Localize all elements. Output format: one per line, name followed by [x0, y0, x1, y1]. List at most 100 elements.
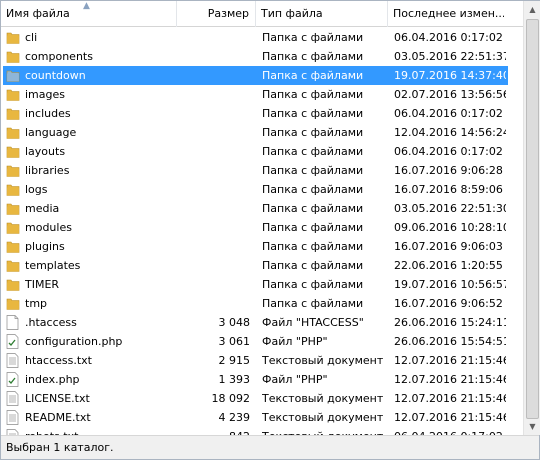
row-date: 16.07.2016 9:06:03 — [394, 240, 503, 253]
row-type: Файл "HTACCESS" — [262, 316, 364, 329]
scroll-up-icon[interactable]: ▲ — [524, 1, 540, 18]
status-bar: Выбран 1 каталог. — [1, 435, 539, 459]
folder-icon — [6, 106, 20, 121]
row-type: Папка с файлами — [262, 31, 364, 44]
text-file-icon — [6, 391, 20, 406]
folder-row[interactable]: libraries Папка с файлами 16.07.2016 9:06:… — [1, 161, 523, 180]
row-name: modules — [25, 221, 72, 234]
row-name: countdown — [25, 69, 86, 82]
row-size — [177, 142, 250, 161]
row-type: Папка с файлами — [262, 297, 364, 310]
row-date: 26.06.2016 15:54:51 — [394, 335, 506, 348]
row-type: Текстовый документ — [262, 411, 384, 424]
row-size — [177, 237, 250, 256]
file-row[interactable]: robots.txt842 Текстовый документ 06.04.201… — [1, 427, 523, 435]
folder-row[interactable]: TIMER Папка с файлами 19.07.2016 10:56:57 — [1, 275, 523, 294]
row-type: Файл "PHP" — [262, 373, 328, 386]
column-header-size[interactable]: Размер — [177, 1, 256, 27]
row-size — [177, 66, 250, 85]
file-row[interactable]: LICENSE.txt 18 092 Текстовый документ 12.07… — [1, 389, 523, 408]
row-type: Папка с файлами — [262, 88, 364, 101]
folder-icon — [6, 144, 20, 159]
file-icon — [6, 315, 20, 330]
folder-icon — [6, 68, 20, 83]
folder-row[interactable]: plugins Папка с файлами 16.07.2016 9:06:03 — [1, 237, 523, 256]
row-type: Файл "PHP" — [262, 335, 328, 348]
row-size: 842 — [177, 427, 250, 435]
row-size: 3 061 — [218, 335, 251, 348]
row-name: .htaccess — [25, 316, 77, 329]
folder-row[interactable]: tmp Папка с файлами 16.07.2016 9:06:52 — [1, 294, 523, 313]
column-header-row: Имя файла ▲ Размер Тип файла Последнее и… — [1, 1, 523, 27]
folder-row[interactable]: media Папка с файлами 03.05.2016 22:51:30 — [1, 199, 523, 218]
row-date: 12.07.2016 21:15:46 — [394, 411, 506, 424]
file-list: cli Папка с файлами 06.04.2016 0:17:02 comp… — [1, 27, 523, 435]
row-date: 26.06.2016 15:24:11 — [394, 316, 506, 329]
row-size — [177, 85, 250, 104]
row-name: index.php — [25, 373, 80, 386]
folder-row[interactable]: components Папка с файлами 03.05.2016 22:5… — [1, 47, 523, 66]
text-file-icon — [6, 353, 20, 368]
folder-icon — [6, 182, 20, 197]
folder-icon — [6, 258, 20, 273]
file-row[interactable]: htaccess.txt 2 915 Текстовый документ 12.07… — [1, 351, 523, 370]
folder-icon — [6, 277, 20, 292]
row-name: configuration.php — [25, 335, 123, 348]
row-type: Папка с файлами — [262, 69, 364, 82]
column-header-type[interactable]: Тип файла — [256, 1, 388, 27]
row-size — [177, 161, 250, 180]
row-type: Папка с файлами — [262, 183, 364, 196]
row-date: 03.05.2016 22:51:30 — [394, 202, 506, 215]
row-name: images — [25, 88, 65, 101]
row-name: tmp — [25, 297, 48, 310]
file-row[interactable]: configuration.php 3 061 Файл "PHP" 26.06.20… — [1, 332, 523, 351]
folder-icon — [6, 220, 20, 235]
folder-icon — [6, 201, 20, 216]
row-name: robots.txt — [25, 427, 175, 435]
row-name: layouts — [25, 145, 66, 158]
vertical-scrollbar[interactable]: ▲ ▼ — [523, 1, 540, 435]
row-name: LICENSE.txt — [25, 392, 90, 405]
row-size — [177, 218, 250, 237]
scrollbar-thumb[interactable] — [526, 19, 539, 419]
row-date: 16.07.2016 9:06:52 — [394, 297, 503, 310]
file-row[interactable]: index.php 1 393 Файл "PHP" 12.07.2016 21:15… — [1, 370, 523, 389]
row-size: 3 048 — [218, 316, 251, 329]
row-date: 19.07.2016 14:37:40 — [394, 69, 506, 82]
folder-row[interactable]: language Папка с файлами 12.04.2016 14:56:… — [1, 123, 523, 142]
row-size — [177, 199, 250, 218]
folder-row[interactable]: templates Папка с файлами 22.06.2016 1:20:… — [1, 256, 523, 275]
folder-icon — [6, 125, 20, 140]
row-size — [177, 123, 250, 142]
row-date: 19.07.2016 10:56:57 — [394, 278, 506, 291]
file-row[interactable]: .htaccess 3 048 Файл "HTACCESS" 26.06.2016 … — [1, 313, 523, 332]
row-type: Текстовый документ — [262, 392, 384, 405]
row-date: 16.07.2016 8:59:06 — [394, 183, 503, 196]
row-name: htaccess.txt — [25, 354, 92, 367]
folder-row[interactable]: includes Папка с файлами 06.04.2016 0:17:0… — [1, 104, 523, 123]
php-file-icon — [6, 372, 20, 387]
folder-row[interactable]: countdown Папка с файлами 19.07.2016 14:37… — [3, 66, 508, 85]
php-file-icon — [6, 334, 20, 349]
folder-row[interactable]: layouts Папка с файлами 06.04.2016 0:17:02 — [1, 142, 523, 161]
row-type: Папка с файлами — [262, 145, 364, 158]
row-name: components — [25, 50, 93, 63]
row-size — [177, 180, 250, 199]
row-type: Папка с файлами — [262, 278, 364, 291]
folder-row[interactable]: logs Папка с файлами 16.07.2016 8:59:06 — [1, 180, 523, 199]
scroll-down-icon[interactable]: ▼ — [524, 418, 540, 435]
row-type: Папка с файлами — [262, 126, 364, 139]
folder-row[interactable]: modules Папка с файлами 09.06.2016 10:28:1… — [1, 218, 523, 237]
row-size — [177, 256, 250, 275]
row-date: 06.04.2016 0:17:02 — [394, 427, 506, 435]
folder-row[interactable]: cli Папка с файлами 06.04.2016 0:17:02 — [1, 28, 523, 47]
row-type: Текстовый документ — [262, 427, 386, 435]
row-name: plugins — [25, 240, 65, 253]
row-type: Папка с файлами — [262, 202, 364, 215]
row-date: 06.04.2016 0:17:02 — [394, 31, 503, 44]
column-header-date[interactable]: Последнее измен... — [388, 1, 504, 27]
folder-row[interactable]: images Папка с файлами 02.07.2016 13:56:56 — [1, 85, 523, 104]
row-type: Папка с файлами — [262, 164, 364, 177]
file-row[interactable]: README.txt 4 239 Текстовый документ 12.07.2… — [1, 408, 523, 427]
row-date: 03.05.2016 22:51:37 — [394, 50, 506, 63]
